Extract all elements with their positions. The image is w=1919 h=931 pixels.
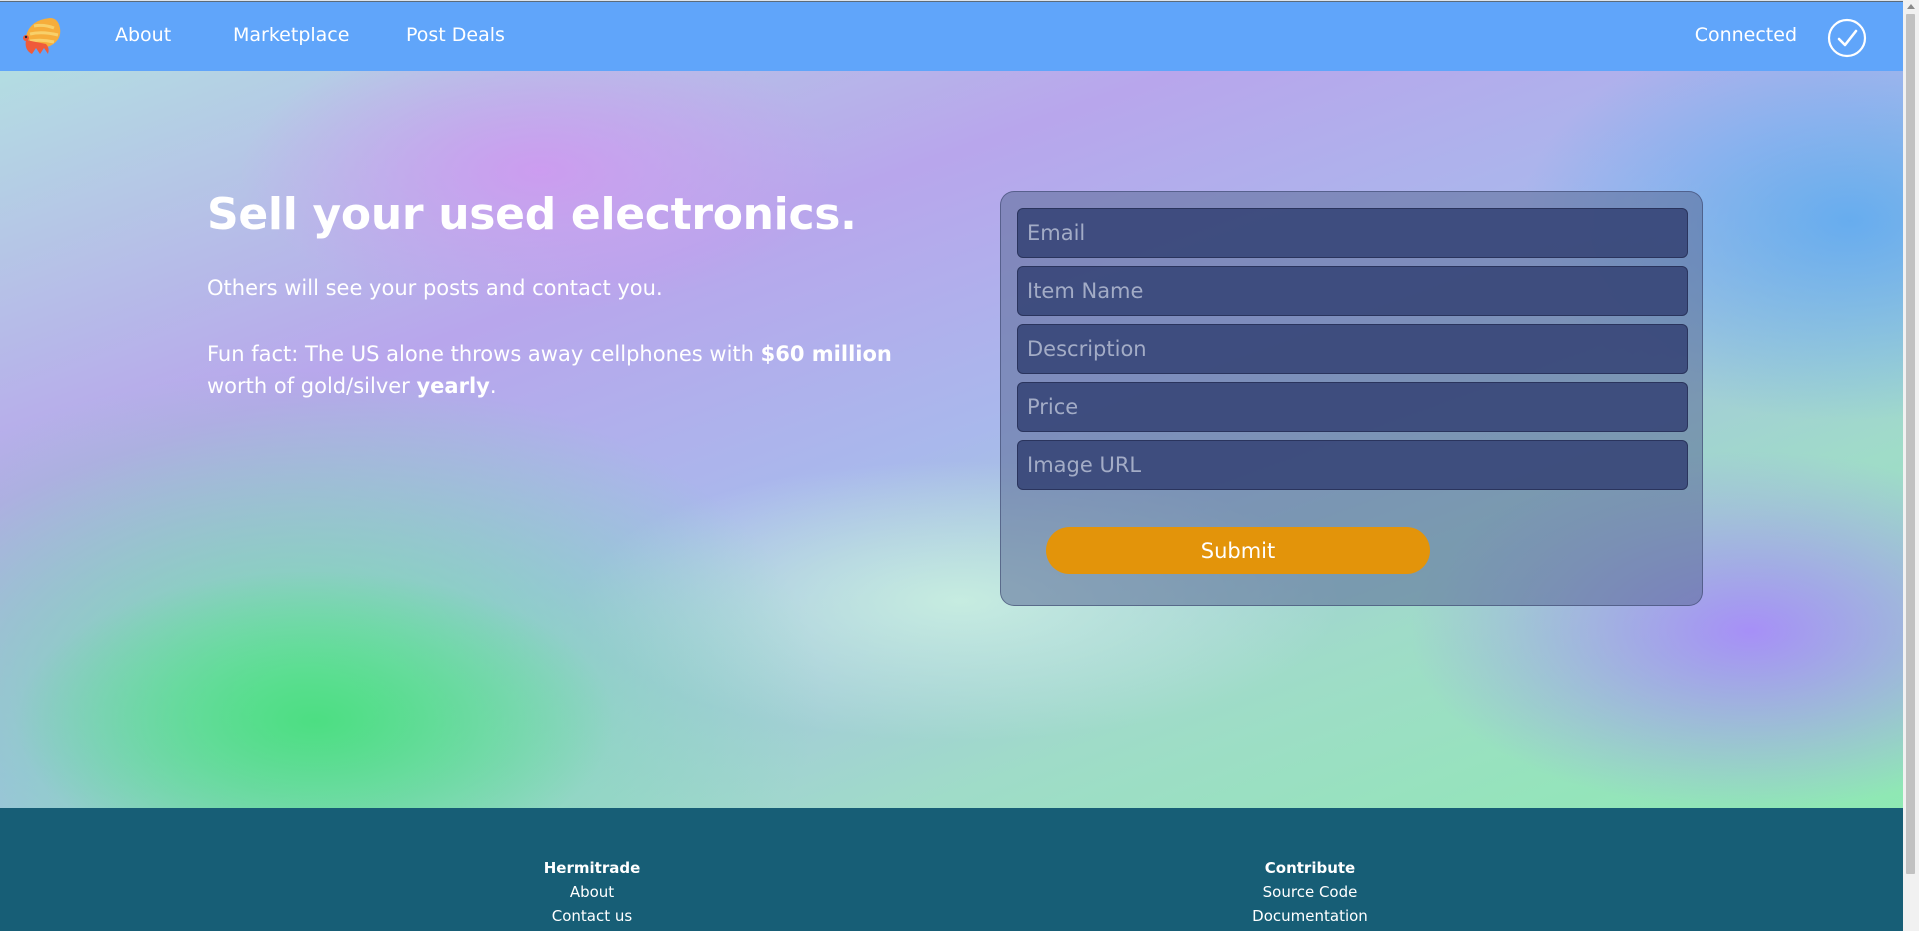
footer-heading-hermitrade: Hermitrade bbox=[543, 859, 641, 877]
scrollbar-thumb[interactable] bbox=[1906, 14, 1915, 874]
nav-link-post-deals[interactable]: Post Deals bbox=[406, 24, 505, 46]
footer-column-contribute: Contribute Source Code Documentation bbox=[1240, 856, 1380, 928]
description-field[interactable] bbox=[1017, 324, 1688, 374]
image-url-field[interactable] bbox=[1017, 440, 1688, 490]
nav-link-marketplace[interactable]: Marketplace bbox=[233, 24, 349, 46]
fun-fact-prefix: Fun fact: The US alone throws away cellp… bbox=[207, 342, 761, 366]
hero-section: Sell your used electronics. Others will … bbox=[0, 71, 1903, 808]
hero-title: Sell your used electronics. bbox=[207, 189, 857, 240]
price-field[interactable] bbox=[1017, 382, 1688, 432]
footer-heading-contribute: Contribute bbox=[1264, 859, 1356, 877]
item-name-field[interactable] bbox=[1017, 266, 1688, 316]
connected-check-icon[interactable] bbox=[1827, 18, 1867, 58]
footer-link-source-code[interactable]: Source Code bbox=[1240, 880, 1380, 904]
hermit-crab-logo-icon[interactable] bbox=[20, 14, 66, 60]
footer-column-hermitrade: Hermitrade About Contact us bbox=[534, 856, 650, 928]
fun-fact-frequency: yearly bbox=[416, 374, 490, 398]
fun-fact-middle: worth of gold/silver bbox=[207, 374, 417, 398]
page-scrollbar[interactable] bbox=[1903, 0, 1919, 931]
post-deal-form: Submit bbox=[1000, 191, 1703, 606]
top-navbar: About Marketplace Post Deals Connected bbox=[0, 1, 1903, 71]
fun-fact-suffix: . bbox=[489, 374, 497, 398]
submit-button[interactable]: Submit bbox=[1046, 527, 1430, 574]
hero-subtitle: Others will see your posts and contact y… bbox=[207, 276, 663, 300]
fun-fact-amount: $60 million bbox=[760, 342, 892, 366]
footer-link-contact-us[interactable]: Contact us bbox=[534, 904, 650, 928]
footer-link-documentation[interactable]: Documentation bbox=[1240, 904, 1380, 928]
scroll-up-arrow-icon[interactable] bbox=[1907, 4, 1915, 9]
footer: Hermitrade About Contact us Contribute S… bbox=[0, 808, 1903, 931]
footer-link-about[interactable]: About bbox=[534, 880, 650, 904]
nav-link-about[interactable]: About bbox=[115, 24, 171, 46]
connection-status-label: Connected bbox=[1694, 24, 1797, 46]
email-field[interactable] bbox=[1017, 208, 1688, 258]
hero-fun-fact: Fun fact: The US alone throws away cellp… bbox=[207, 338, 927, 402]
